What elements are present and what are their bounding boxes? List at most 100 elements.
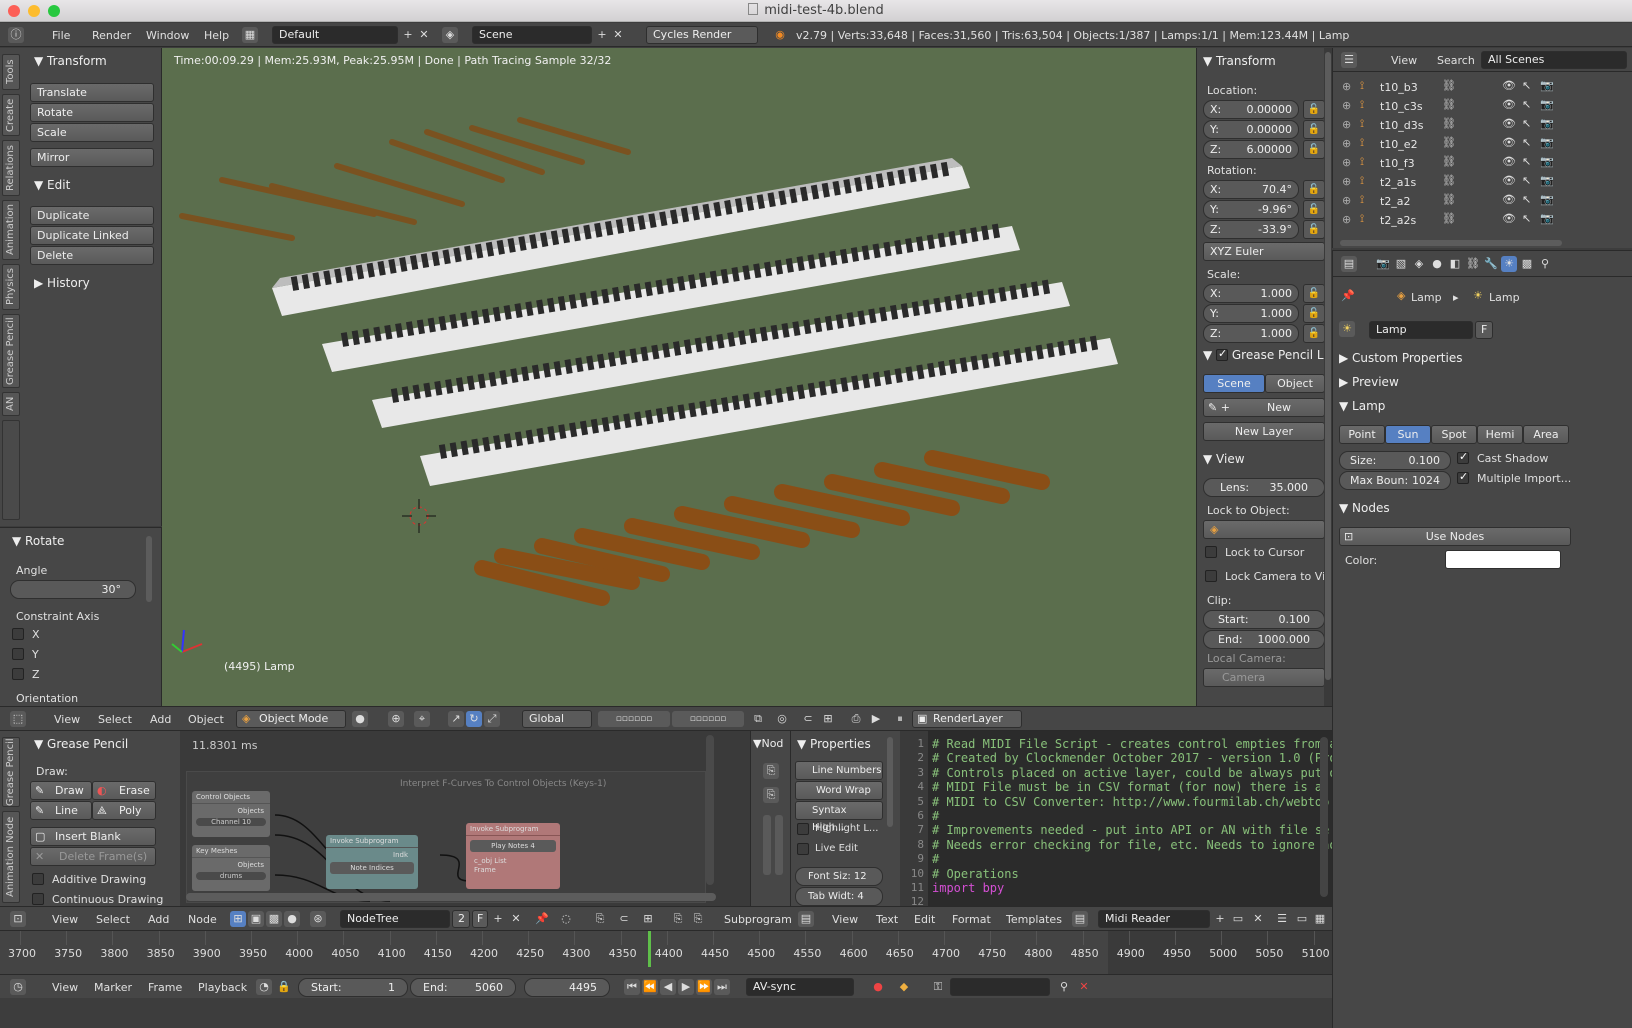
lamp-data-tab-icon[interactable]: ☀ — [1501, 256, 1517, 272]
tab-animation-node[interactable]: Animation Node — [2, 811, 20, 903]
tab-grease-pencil[interactable]: Grease Pencil — [2, 314, 20, 388]
snap-element-icon[interactable]: ⊞ — [820, 711, 836, 727]
tab-relations[interactable]: Relations — [2, 140, 20, 196]
n-transform-title[interactable]: ▼ Transform — [1203, 54, 1276, 68]
viewport-menu-add[interactable]: Add — [150, 713, 171, 726]
backdrop-icon[interactable]: ◌ — [558, 911, 574, 927]
transform-orientation-select[interactable]: Global — [522, 710, 592, 728]
outliner-item[interactable]: ⊕ ⟟ t10_d3s ⛓ 👁 ↖ 📷 — [1330, 116, 1560, 135]
new-text-icon[interactable]: + — [1212, 911, 1228, 927]
word-wrap-toggle[interactable]: Word Wrap — [795, 781, 883, 800]
object-mode-select[interactable]: ◈ Object Mode — [236, 710, 346, 728]
renderable-camera-icon[interactable]: 📷 — [1540, 117, 1554, 130]
visibility-eye-icon[interactable]: 👁 — [1502, 117, 1516, 130]
selectable-cursor-icon[interactable]: ↖ — [1522, 155, 1531, 168]
node-key-meshes[interactable]: Key Meshes Objects drums — [192, 845, 270, 891]
scale-button[interactable]: Scale — [30, 123, 154, 142]
jump-keyframe-forward-icon[interactable]: ⏩ — [696, 979, 712, 995]
outliner-item[interactable]: ⊕ ⟟ t2_a1s ⛓ 👁 ↖ 📷 — [1330, 173, 1560, 192]
start-frame-field[interactable]: Start: 1 — [298, 978, 408, 997]
clip-end-field[interactable]: End: 1000.000 — [1203, 630, 1324, 649]
lock-cursor-checkbox[interactable] — [1205, 546, 1217, 558]
lock-object-field[interactable]: ◈ — [1203, 520, 1324, 539]
node-editor-icon[interactable]: ⊡ — [10, 911, 26, 927]
menu-file[interactable]: File — [52, 29, 70, 42]
preview-title[interactable]: ▶ Preview — [1339, 375, 1399, 389]
open-text-icon[interactable]: ▭ — [1230, 911, 1246, 927]
mirror-button[interactable]: Mirror — [30, 148, 154, 167]
manipulator-icon[interactable]: ⌖ — [414, 711, 430, 727]
remove-layout-icon[interactable]: ✕ — [416, 27, 432, 43]
menu-render[interactable]: Render — [92, 29, 131, 42]
lock-scale-z-icon[interactable]: 🔓 — [1303, 324, 1324, 343]
outliner-menu-view[interactable]: View — [1391, 54, 1417, 67]
add-layout-icon[interactable]: + — [400, 27, 416, 43]
viewport-3d[interactable]: Time:00:09.29 | Mem:25.93M, Peak:25.95M … — [162, 48, 1196, 706]
timeline[interactable]: 3700 3750 3800 3850 3900 3950 4000 4050 4100 4150… — [0, 930, 1332, 974]
tab-an[interactable]: AN — [2, 392, 20, 416]
renderable-camera-icon[interactable]: 📷 — [1540, 174, 1554, 187]
node-control-objects[interactable]: Control Objects Objects Channel 10 — [192, 791, 270, 837]
edit-panel-title[interactable]: ▼ Edit — [34, 178, 70, 192]
rotation-mode-select[interactable]: XYZ Euler — [1203, 242, 1324, 261]
play-icon[interactable]: ▶ — [678, 979, 694, 995]
selectable-cursor-icon[interactable]: ↖ — [1522, 98, 1531, 111]
node-menu-select[interactable]: Select — [96, 913, 130, 926]
line-numbers-icon[interactable]: ☰ — [1274, 911, 1290, 927]
minimize-window-button[interactable] — [28, 5, 40, 17]
delete-frames-button[interactable]: ✕ Delete Frame(s) — [30, 847, 156, 866]
gp-layers-checkbox[interactable] — [1216, 347, 1229, 361]
nodetree-fake-user[interactable]: F — [472, 910, 488, 928]
node-editor-hscroll[interactable] — [186, 893, 716, 901]
code-line[interactable]: # Read MIDI File Script - creates contro… — [932, 737, 1332, 751]
text-editor-icon[interactable]: ▤ — [798, 911, 814, 927]
node-copy-icon[interactable]: ⎘ — [670, 911, 686, 927]
code-line[interactable]: # MIDI File must be in CSV format (for n… — [932, 780, 1322, 794]
lock-range-icon[interactable]: 🔒 — [276, 979, 292, 995]
visibility-eye-icon[interactable]: 👁 — [1502, 174, 1516, 187]
scale-manip-icon[interactable]: ⤢ — [484, 711, 500, 727]
render-engine-select[interactable]: Cycles Render — [646, 26, 758, 44]
end-frame-field[interactable]: End: 5060 — [410, 978, 516, 997]
pivot-icon[interactable]: ⊕ — [388, 711, 404, 727]
lamp-datablock-icon[interactable]: ☀ — [1339, 321, 1355, 337]
nodes-panel-title[interactable]: ▼ Nodes — [1339, 501, 1390, 515]
lock-rotation-z-icon[interactable]: 🔓 — [1303, 220, 1324, 239]
selectable-cursor-icon[interactable]: ↖ — [1522, 193, 1531, 206]
lamp-type-area[interactable]: Area — [1523, 425, 1569, 444]
shading-icon[interactable]: ● — [352, 711, 368, 727]
object-tab-icon[interactable]: ◧ — [1447, 256, 1463, 272]
scale-x-field[interactable]: X: 1.000 — [1203, 284, 1299, 303]
history-panel-title[interactable]: ▶ History — [34, 276, 90, 290]
translate-manip-icon[interactable]: ↗ — [448, 711, 464, 727]
text-menu-edit[interactable]: Edit — [914, 913, 935, 926]
node-grid-icon[interactable]: ⊞ — [640, 911, 656, 927]
text-menu-view[interactable]: View — [832, 913, 858, 926]
outliner-menu-search[interactable]: Search — [1437, 54, 1475, 67]
subprogram-menu[interactable]: Subprogram — [724, 913, 792, 926]
node-invoke-subprogram-2[interactable]: Invoke Subprogram Play Notes 4 c_obj Lis… — [466, 823, 560, 889]
text-datablock-field[interactable]: Midi Reader — [1098, 910, 1210, 928]
visibility-eye-icon[interactable]: 👁 — [1502, 212, 1516, 225]
animation-nodes-icon[interactable]: ● — [284, 911, 300, 927]
scale-z-field[interactable]: Z: 1.000 — [1203, 324, 1299, 343]
syntax-highlight-toggle[interactable]: Syntax High... — [795, 801, 883, 833]
physics-tab-icon[interactable]: ⚲ — [1537, 256, 1553, 272]
pin-nodetree-icon[interactable]: 📌 — [534, 911, 550, 927]
tab-create[interactable]: Create — [2, 94, 20, 136]
fake-user-button[interactable]: F — [1475, 321, 1493, 339]
keying-icon[interactable]: ◆ — [896, 979, 912, 995]
lock-location-x-icon[interactable]: 🔓 — [1303, 100, 1324, 119]
viewport-editor-icon[interactable]: ⬚ — [10, 711, 26, 727]
info-editor-icon[interactable]: ⓘ — [8, 27, 24, 43]
code-line[interactable]: # MIDI to CSV Converter: http://www.four… — [932, 795, 1329, 809]
node-sidebar-icon-1[interactable]: ⎘ — [763, 763, 779, 779]
lock-rotation-x-icon[interactable]: 🔓 — [1303, 180, 1324, 199]
jump-start-icon[interactable]: ⏮ — [624, 979, 640, 995]
code-line[interactable]: # Controls placed on active layer, could… — [932, 766, 1332, 780]
lock-layer-icon[interactable]: ⧉ — [750, 711, 766, 727]
jump-end-icon[interactable]: ⏭ — [714, 979, 730, 995]
node-invoke-subprogram-1[interactable]: Invoke Subprogram Indk Note Indices — [326, 835, 418, 889]
scene-field[interactable]: Scene — [472, 26, 592, 44]
expand-plus-icon[interactable]: ⊕ — [1342, 99, 1351, 112]
